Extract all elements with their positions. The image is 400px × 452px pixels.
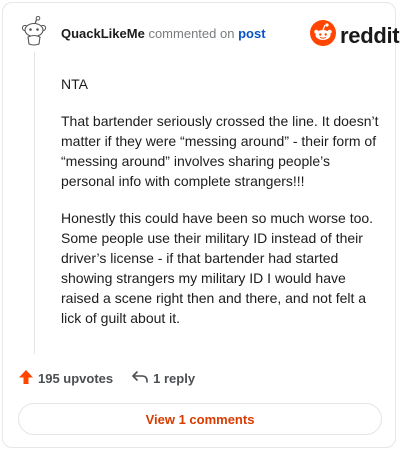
- commented-on-text: commented on: [148, 26, 235, 41]
- reply-count: 1 reply: [153, 371, 196, 386]
- comment-header: QuackLikeMe commented on post: [61, 26, 266, 42]
- upvote-button[interactable]: 195 upvotes: [18, 369, 113, 388]
- comment-actions: 195 upvotes 1 reply: [18, 369, 195, 388]
- comment-paragraph-3: Honestly this could have been so much wo…: [61, 210, 374, 326]
- thread-line: [34, 52, 35, 354]
- view-comments-button[interactable]: View 1 comments: [18, 403, 382, 435]
- comment-paragraph-2: That bartender seriously crossed the lin…: [61, 113, 379, 189]
- upvote-count: 195 upvotes: [38, 371, 114, 386]
- reddit-logo[interactable]: reddit: [310, 20, 400, 51]
- reply-button[interactable]: 1 reply: [131, 369, 195, 388]
- reddit-logo-icon: [310, 20, 336, 51]
- upvote-arrow-icon: [18, 369, 34, 388]
- view-comments-label: View 1 comments: [145, 411, 255, 427]
- post-link[interactable]: post: [238, 26, 265, 41]
- reply-arrow-icon: [131, 369, 149, 388]
- comment-body: NTA That bartender seriously crossed the…: [61, 74, 379, 345]
- snoo-avatar-icon[interactable]: [20, 15, 48, 46]
- username-link[interactable]: QuackLikeMe: [61, 26, 145, 41]
- comment-paragraph-1: NTA: [61, 76, 88, 92]
- reddit-wordmark: reddit: [340, 22, 400, 48]
